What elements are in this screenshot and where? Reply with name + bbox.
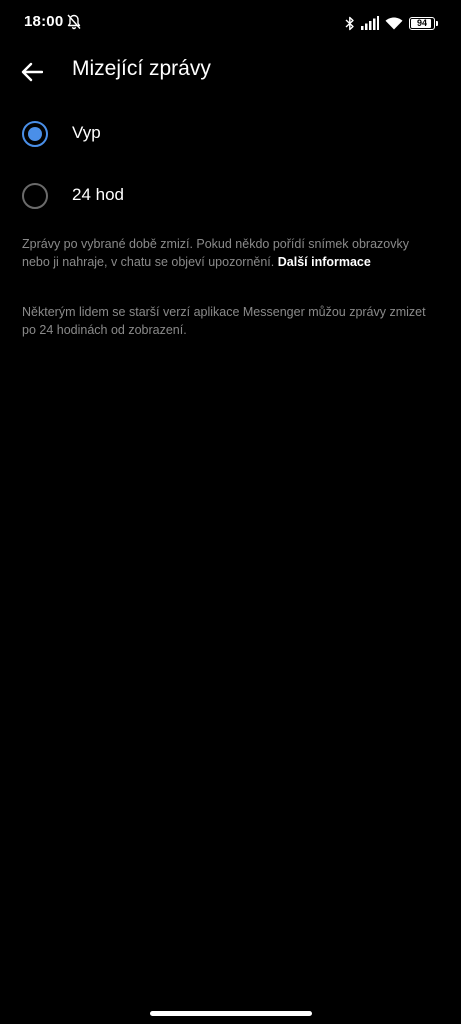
app-bar: Mizející zprávy (0, 46, 461, 96)
option-24h[interactable]: 24 hod (0, 166, 461, 226)
arrow-left-icon (21, 62, 43, 82)
status-time: 18:00 (24, 13, 64, 30)
option-label-24h: 24 hod (72, 185, 124, 204)
radio-24h[interactable] (22, 183, 48, 209)
option-off[interactable]: Vyp (0, 104, 461, 164)
back-button[interactable] (12, 52, 52, 92)
status-bar: 18:00 94 (0, 0, 461, 46)
radio-off[interactable] (22, 121, 48, 147)
info-paragraph: Zprávy po vybrané době zmizí. Pokud někd… (22, 235, 437, 271)
page-title: Mizející zprávy (72, 57, 211, 80)
learn-more-link[interactable]: Další informace (278, 255, 371, 269)
home-indicator[interactable] (150, 1011, 312, 1016)
option-label-off: Vyp (72, 123, 101, 142)
bell-off-icon (67, 14, 81, 30)
legacy-info-text: Některým lidem se starší verzí aplikace … (22, 305, 426, 337)
info-paragraph-legacy: Některým lidem se starší verzí aplikace … (22, 303, 437, 339)
battery-icon: 94 (409, 16, 438, 30)
battery-level: 94 (416, 18, 427, 28)
signal-icon (361, 16, 379, 30)
bluetooth-icon (345, 16, 354, 30)
status-icons: 94 (345, 14, 438, 32)
wifi-icon (385, 17, 403, 30)
